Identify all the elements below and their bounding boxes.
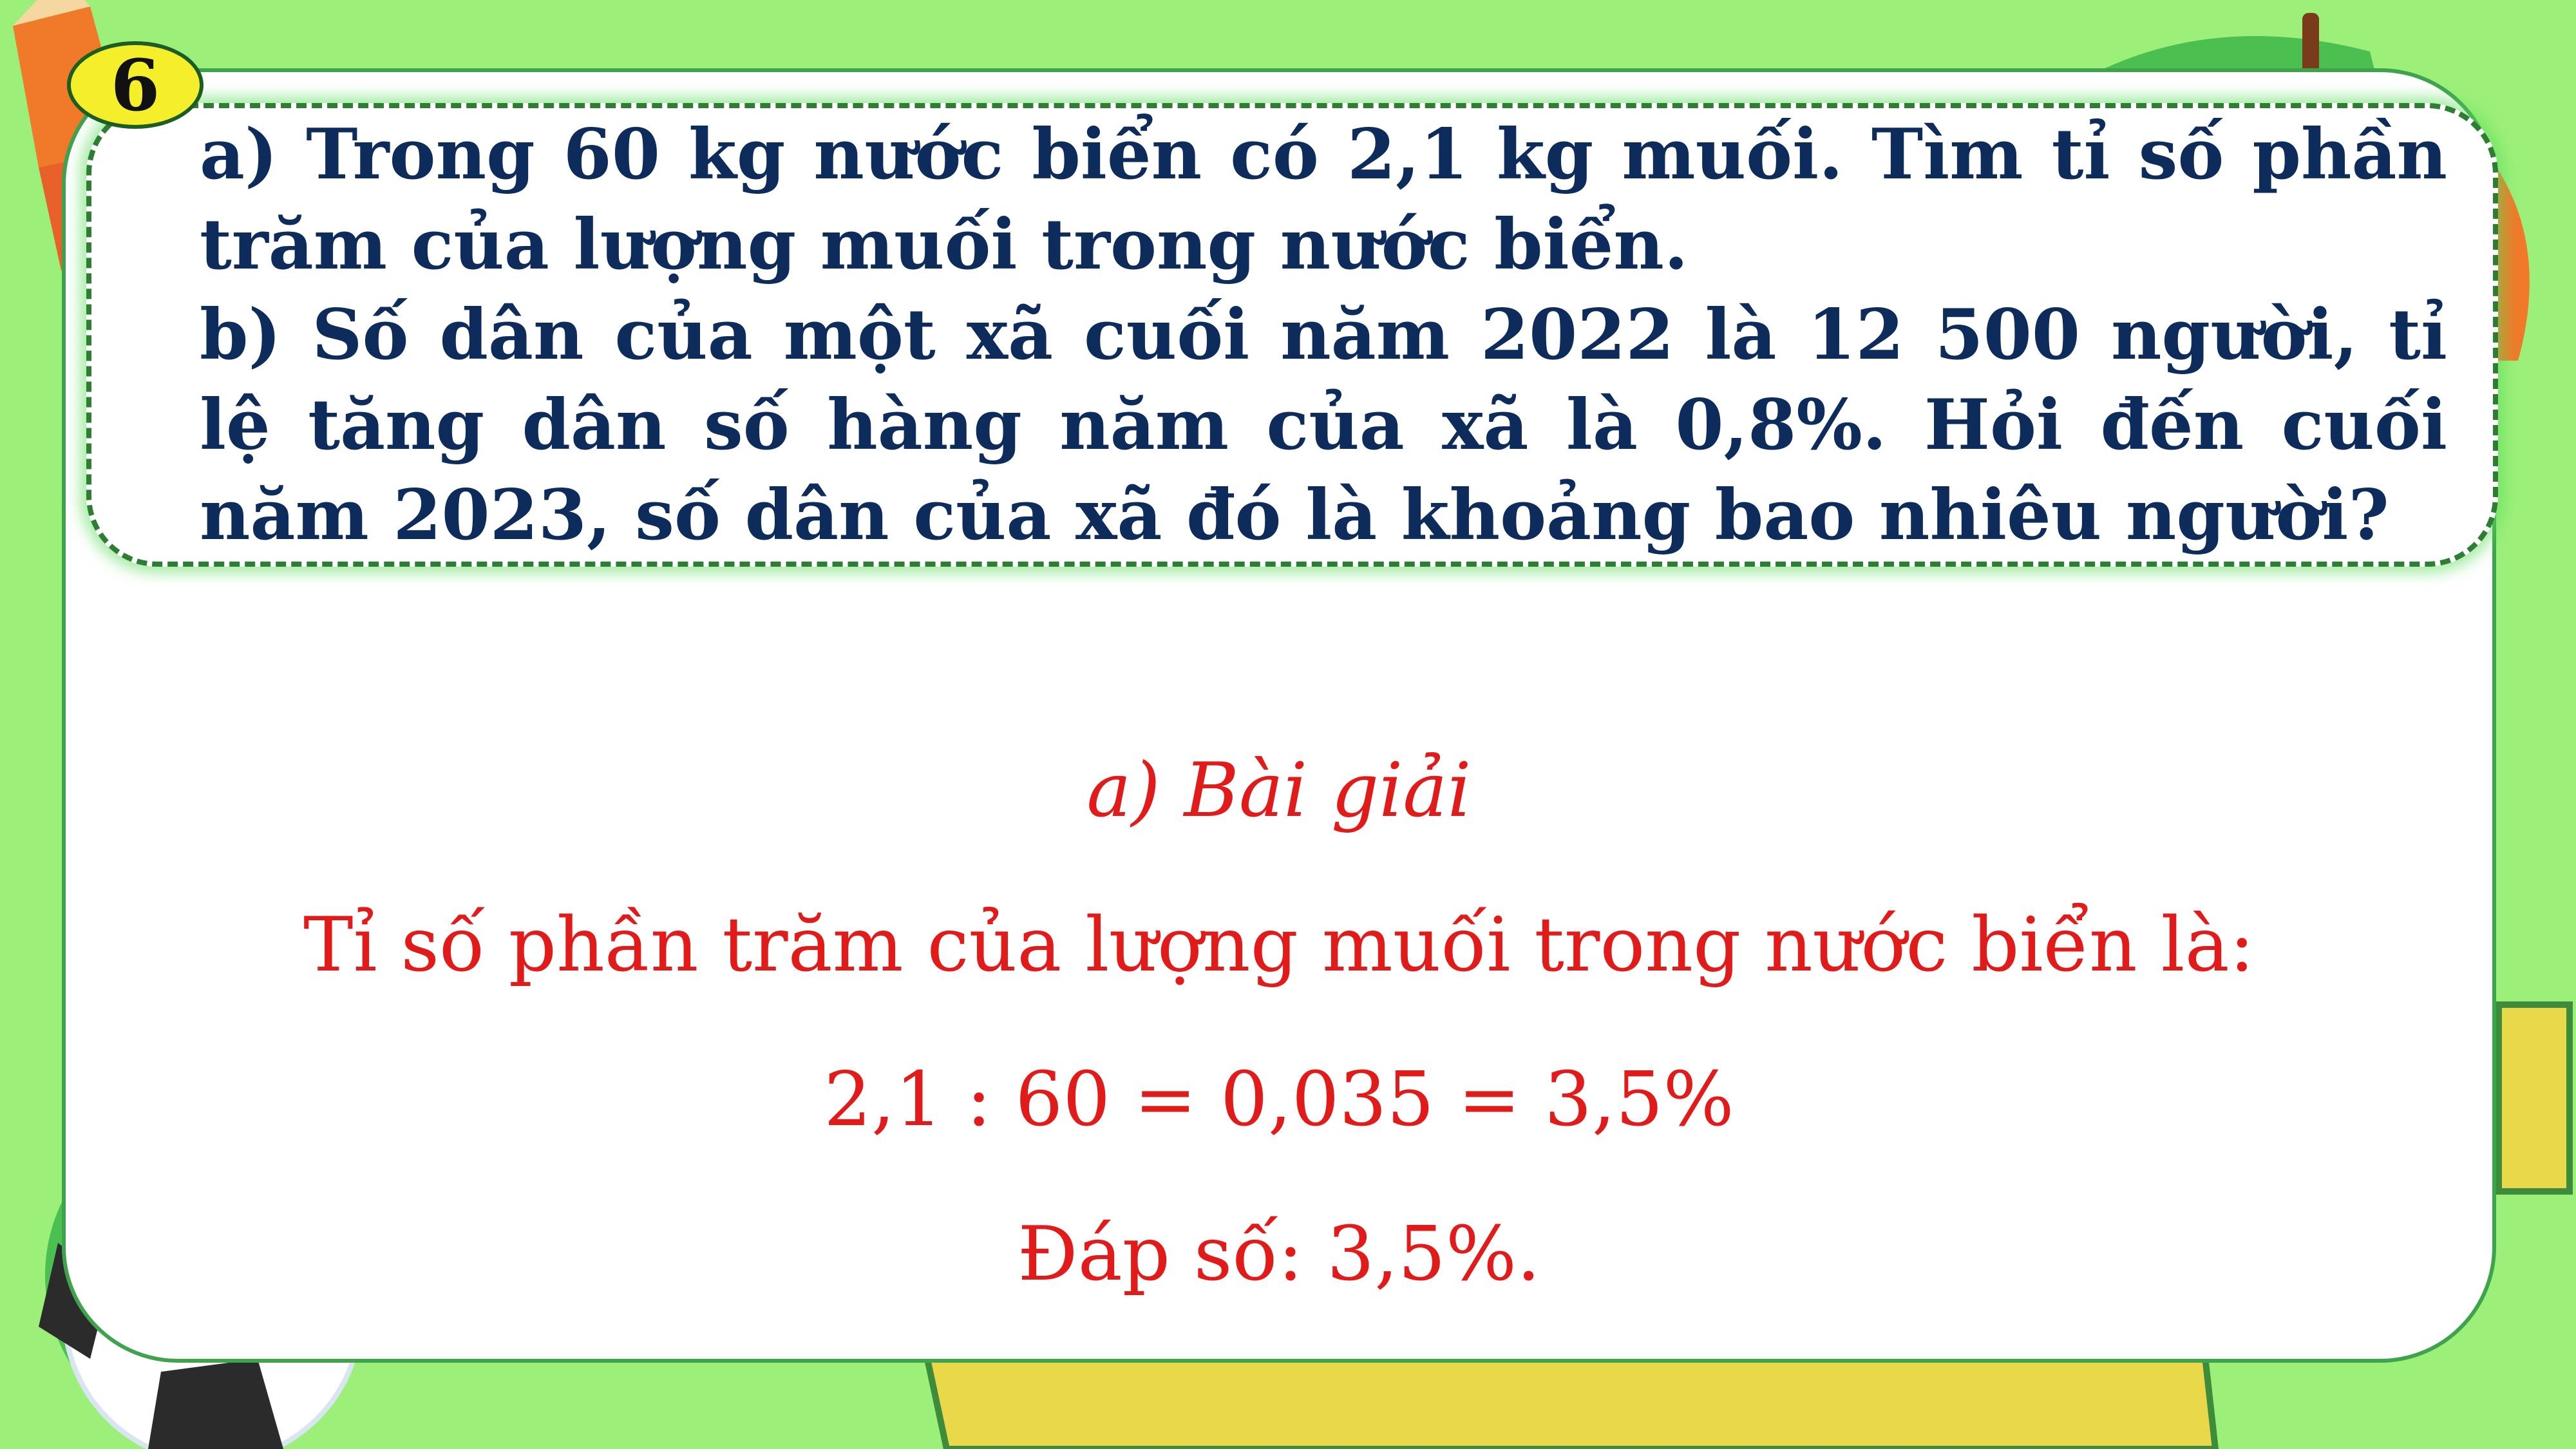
question-text: a) Trong 60 kg nước biển có 2,1 kg muối.… [200,109,2447,560]
problem-number-badge: 6 [67,41,204,129]
question-part-a: a) Trong 60 kg nước biển có 2,1 kg muối.… [200,114,2447,285]
solution-calculation: 2,1 : 60 = 0,035 = 3,5% [824,1056,1734,1143]
solution-statement: Tỉ số phần trăm của lượng muối trong nướ… [303,902,2255,989]
solution-answer: Đáp số: 3,5%. [1018,1211,1540,1298]
question-part-b: b) Số dân của một xã cuối năm 2022 là 12… [200,294,2447,556]
problem-number: 6 [110,43,160,127]
solution-title: a) Bài giải [1086,747,1472,834]
